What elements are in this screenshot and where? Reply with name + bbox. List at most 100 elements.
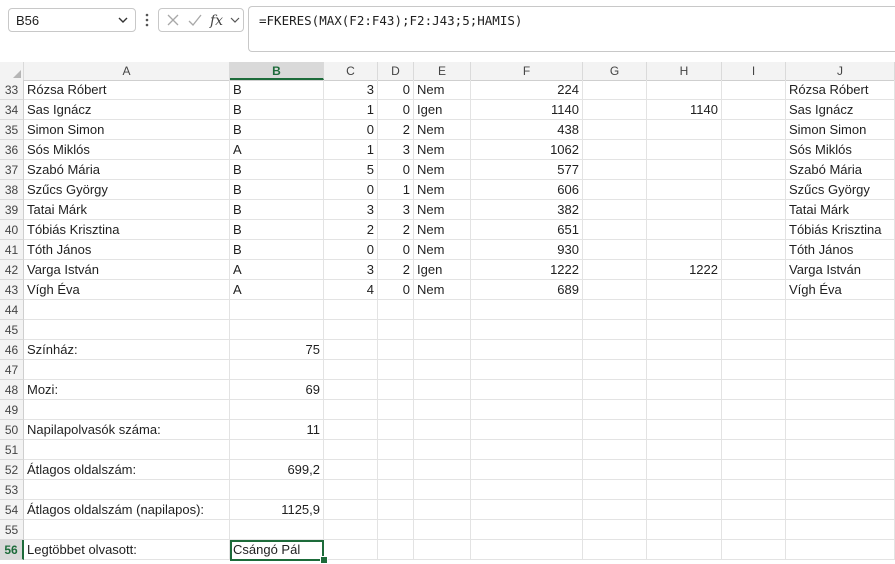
cell-b53[interactable] — [230, 480, 324, 500]
cell-h34[interactable]: 1140 — [647, 100, 722, 120]
cell-f40[interactable]: 651 — [471, 220, 583, 240]
cell-f35[interactable]: 438 — [471, 120, 583, 140]
cell-d41[interactable]: 0 — [378, 240, 414, 260]
row-header-55[interactable]: 55 — [0, 520, 24, 540]
cell-e34[interactable]: Igen — [414, 100, 471, 120]
cell-c49[interactable] — [324, 400, 378, 420]
confirm-icon[interactable] — [187, 12, 203, 28]
cell-e56[interactable] — [414, 540, 471, 560]
cell-c38[interactable]: 0 — [324, 180, 378, 200]
cell-f44[interactable] — [471, 300, 583, 320]
cell-j44[interactable] — [786, 300, 895, 320]
cell-d38[interactable]: 1 — [378, 180, 414, 200]
cell-b38[interactable]: B — [230, 180, 324, 200]
cell-a52[interactable]: Átlagos oldalszám: — [24, 460, 230, 480]
cell-b36[interactable]: A — [230, 140, 324, 160]
cell-e39[interactable]: Nem — [414, 200, 471, 220]
cell-h39[interactable] — [647, 200, 722, 220]
cell-j40[interactable]: Tóbiás Krisztina — [786, 220, 895, 240]
cell-j49[interactable] — [786, 400, 895, 420]
cell-f53[interactable] — [471, 480, 583, 500]
cell-j36[interactable]: Sós Miklós — [786, 140, 895, 160]
cell-g35[interactable] — [583, 120, 647, 140]
cell-j39[interactable]: Tatai Márk — [786, 200, 895, 220]
cell-e46[interactable] — [414, 340, 471, 360]
cell-a48[interactable]: Mozi: — [24, 380, 230, 400]
row-header-36[interactable]: 36 — [0, 140, 24, 160]
cell-b42[interactable]: A — [230, 260, 324, 280]
cell-d43[interactable]: 0 — [378, 280, 414, 300]
cell-a38[interactable]: Szűcs György — [24, 180, 230, 200]
cell-d39[interactable]: 3 — [378, 200, 414, 220]
cell-c56[interactable] — [324, 540, 378, 560]
cell-d51[interactable] — [378, 440, 414, 460]
cell-f45[interactable] — [471, 320, 583, 340]
cell-g50[interactable] — [583, 420, 647, 440]
row-header-45[interactable]: 45 — [0, 320, 24, 340]
cell-c47[interactable] — [324, 360, 378, 380]
cell-h53[interactable] — [647, 480, 722, 500]
column-header-c[interactable]: C — [324, 62, 378, 80]
cell-c33[interactable]: 3 — [324, 80, 378, 100]
cell-f47[interactable] — [471, 360, 583, 380]
column-header-i[interactable]: I — [722, 62, 786, 80]
cell-a35[interactable]: Simon Simon — [24, 120, 230, 140]
column-header-h[interactable]: H — [647, 62, 722, 80]
cell-a44[interactable] — [24, 300, 230, 320]
cell-j38[interactable]: Szűcs György — [786, 180, 895, 200]
cell-a56[interactable]: Legtöbbet olvasott: — [24, 540, 230, 560]
cell-c37[interactable]: 5 — [324, 160, 378, 180]
cell-d45[interactable] — [378, 320, 414, 340]
row-header-50[interactable]: 50 — [0, 420, 24, 440]
column-header-f[interactable]: F — [471, 62, 583, 80]
cell-a42[interactable]: Varga István — [24, 260, 230, 280]
cell-c40[interactable]: 2 — [324, 220, 378, 240]
cell-b43[interactable]: A — [230, 280, 324, 300]
formula-input[interactable]: =FKERES(MAX(F2:F43);F2:J43;5;HAMIS) — [248, 6, 895, 52]
cell-g38[interactable] — [583, 180, 647, 200]
cell-a51[interactable] — [24, 440, 230, 460]
cell-g34[interactable] — [583, 100, 647, 120]
cell-f50[interactable] — [471, 420, 583, 440]
row-header-51[interactable]: 51 — [0, 440, 24, 460]
cell-d37[interactable]: 0 — [378, 160, 414, 180]
cell-e49[interactable] — [414, 400, 471, 420]
cancel-icon[interactable] — [165, 12, 181, 28]
cell-i38[interactable] — [722, 180, 786, 200]
cell-b33[interactable]: B — [230, 80, 324, 100]
row-header-52[interactable]: 52 — [0, 460, 24, 480]
column-header-d[interactable]: D — [378, 62, 414, 80]
row-header-43[interactable]: 43 — [0, 280, 24, 300]
cell-e43[interactable]: Nem — [414, 280, 471, 300]
cell-c35[interactable]: 0 — [324, 120, 378, 140]
cell-f49[interactable] — [471, 400, 583, 420]
cell-j54[interactable] — [786, 500, 895, 520]
cell-b46[interactable]: 75 — [230, 340, 324, 360]
cell-j45[interactable] — [786, 320, 895, 340]
cell-d44[interactable] — [378, 300, 414, 320]
cell-c39[interactable]: 3 — [324, 200, 378, 220]
row-header-41[interactable]: 41 — [0, 240, 24, 260]
cell-e33[interactable]: Nem — [414, 80, 471, 100]
cell-j41[interactable]: Tóth János — [786, 240, 895, 260]
cell-h41[interactable] — [647, 240, 722, 260]
cell-e44[interactable] — [414, 300, 471, 320]
cell-i43[interactable] — [722, 280, 786, 300]
row-header-33[interactable]: 33 — [0, 80, 24, 100]
cell-i36[interactable] — [722, 140, 786, 160]
cell-f43[interactable]: 689 — [471, 280, 583, 300]
cell-g43[interactable] — [583, 280, 647, 300]
cell-b52[interactable]: 699,2 — [230, 460, 324, 480]
row-header-37[interactable]: 37 — [0, 160, 24, 180]
row-header-39[interactable]: 39 — [0, 200, 24, 220]
cell-h43[interactable] — [647, 280, 722, 300]
cell-f46[interactable] — [471, 340, 583, 360]
cell-e53[interactable] — [414, 480, 471, 500]
cell-e38[interactable]: Nem — [414, 180, 471, 200]
cell-f34[interactable]: 1140 — [471, 100, 583, 120]
cell-e37[interactable]: Nem — [414, 160, 471, 180]
cell-a39[interactable]: Tatai Márk — [24, 200, 230, 220]
insert-function-icon[interactable]: fx — [209, 12, 229, 28]
cell-h33[interactable] — [647, 80, 722, 100]
cell-a34[interactable]: Sas Ignácz — [24, 100, 230, 120]
